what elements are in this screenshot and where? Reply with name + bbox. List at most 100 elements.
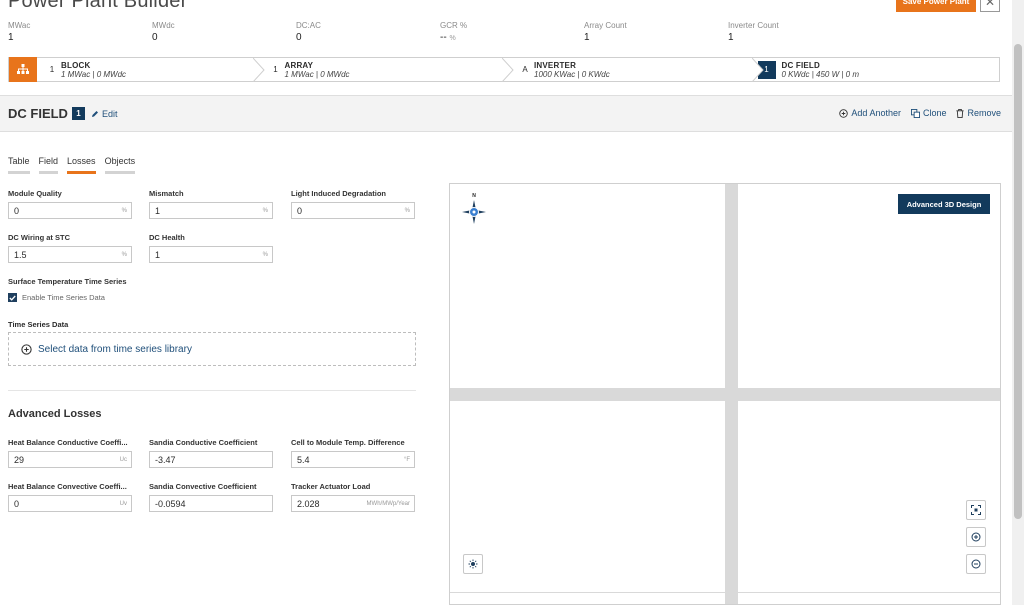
map-edge-line <box>450 592 1000 593</box>
field-label: Sandia Conductive Coefficient <box>149 438 258 447</box>
close-icon: ✕ <box>984 0 996 9</box>
zoom-out-button[interactable] <box>966 554 986 574</box>
remove-button[interactable]: Remove <box>956 108 1001 118</box>
checkbox-checked-icon[interactable] <box>8 293 17 302</box>
breadcrumb-sub: 1000 KWac | 0 KWdc <box>534 69 610 79</box>
dc-wiring-field: DC Wiring at STC 1.5% <box>8 233 132 263</box>
stat-label: Array Count <box>584 21 627 30</box>
hb-conductive-input[interactable]: 29 Uc <box>8 451 132 468</box>
field-label: Light Induced Degradation <box>291 189 386 198</box>
tracker-load-input[interactable]: 2.028 MWh/MWp/Year <box>291 495 415 512</box>
breadcrumb-sub: 0 KWdc | 450 W | 0 m <box>781 69 860 79</box>
breadcrumb-block[interactable]: 1 BLOCK 1 MWac | 0 MWdc <box>9 56 265 82</box>
zoom-in-icon <box>971 532 981 542</box>
trash-icon <box>956 108 965 118</box>
tracker-load-field: Tracker Actuator Load 2.028 MWh/MWp/Year <box>291 482 415 512</box>
app-title: Power Plant Builder <box>8 0 188 12</box>
hb-conductive-field: Heat Balance Conductive Coeffi... 29 Uc <box>8 438 132 468</box>
close-button[interactable]: ✕ <box>980 0 1000 12</box>
stat-label: MWac <box>8 21 31 30</box>
breadcrumb-sub: 1 MWac | 0 MWdc <box>61 69 127 79</box>
sun-toggle-button[interactable] <box>463 554 483 574</box>
mismatch-input[interactable]: 1% <box>149 202 273 219</box>
svg-text:N: N <box>472 193 476 199</box>
module-quality-field: Module Quality 0% <box>8 189 132 219</box>
tab-losses[interactable]: Losses <box>67 156 96 174</box>
divider <box>8 390 416 391</box>
stat-mwac: MWac 1 <box>8 21 152 43</box>
enable-time-series-checkbox[interactable]: Enable Time Series Data <box>8 293 105 302</box>
section-badge: 1 <box>71 107 85 120</box>
lid-field: Light Induced Degradation 0% <box>291 189 415 219</box>
stat-value: -- % <box>440 32 456 43</box>
dc-wiring-input[interactable]: 1.5% <box>8 246 132 263</box>
advanced-3d-design-button[interactable]: Advanced 3D Design <box>898 194 990 214</box>
chevron-right-icon <box>502 58 514 82</box>
breadcrumb-title: DC FIELD <box>781 60 820 70</box>
breadcrumb-sub: 1 MWac | 0 MWdc <box>284 69 350 79</box>
module-quality-input[interactable]: 0% <box>8 202 132 219</box>
stat-label: DC:AC <box>296 21 321 30</box>
save-power-plant-button[interactable]: Save Power Plant <box>896 0 976 12</box>
surface-temp-section: Surface Temperature Time Series <box>8 277 308 290</box>
time-series-select[interactable]: Select data from time series library <box>8 332 416 366</box>
section-title: DC FIELD 1 Edit <box>8 106 118 121</box>
breadcrumb-num: A <box>522 65 528 74</box>
breadcrumb-title: BLOCK <box>61 60 91 70</box>
stat-label: GCR % <box>440 21 468 30</box>
breadcrumb-array[interactable]: 1 ARRAY 1 MWac | 0 MWdc <box>259 58 514 82</box>
lid-input[interactable]: 0% <box>291 202 415 219</box>
road-horizontal <box>450 388 1000 401</box>
edit-link[interactable]: Edit <box>91 109 117 119</box>
field-label: DC Health <box>149 233 185 242</box>
breadcrumb-dc-field[interactable]: 1 DC FIELD 0 KWdc | 450 W | 0 m <box>757 58 1000 81</box>
breadcrumb-num: 1 <box>49 65 55 74</box>
add-another-button[interactable]: Add Another <box>839 108 901 118</box>
breadcrumb-inverter[interactable]: A INVERTER 1000 KWac | 0 KWdc <box>508 58 764 82</box>
checkbox-label: Enable Time Series Data <box>22 293 105 302</box>
stat-label: MWdc <box>152 21 175 30</box>
section-header: DC FIELD 1 Edit Add Another Clone Remove <box>0 95 1012 132</box>
compass-icon: N <box>460 191 488 228</box>
breadcrumb-num: 1 <box>273 65 278 74</box>
section-actions: Add Another Clone Remove <box>839 108 1001 118</box>
clone-button[interactable]: Clone <box>910 108 946 118</box>
tab-field[interactable]: Field <box>38 156 59 174</box>
hb-convective-input[interactable]: 0 Uv <box>8 495 132 512</box>
field-label: Heat Balance Conductive Coeffi... <box>8 438 128 447</box>
zoom-out-icon <box>971 559 981 569</box>
dc-health-field: DC Health 1% <box>149 233 273 263</box>
plus-circle-icon <box>21 343 32 355</box>
hb-convective-field: Heat Balance Convective Coeffi... 0 Uv <box>8 482 132 512</box>
hierarchy-icon <box>9 56 37 82</box>
stat-array-count: Array Count 1 <box>584 21 728 43</box>
mismatch-field: Mismatch 1% <box>149 189 273 219</box>
chevron-right-icon <box>751 58 764 82</box>
stat-mwdc: MWdc 0 <box>152 21 296 43</box>
page-scrollbar[interactable] <box>1012 0 1024 605</box>
stat-value: 1 <box>728 32 734 43</box>
cell-module-temp-input[interactable]: 5.4 °F <box>291 451 415 468</box>
tab-objects[interactable]: Objects <box>104 156 136 174</box>
stat-inverter-count: Inverter Count 1 <box>728 21 872 43</box>
breadcrumb: 1 BLOCK 1 MWac | 0 MWdc 1 ARRAY 1 MWac | 0… <box>8 56 1000 82</box>
stat-dc-ac: DC:AC 0 <box>296 21 440 43</box>
sun-icon <box>468 559 478 569</box>
field-label: Surface Temperature Time Series <box>8 277 127 286</box>
fit-screen-icon <box>971 505 981 515</box>
site-map[interactable]: N Advanced 3D Design <box>449 183 1001 605</box>
scrollbar-thumb[interactable] <box>1014 44 1022 519</box>
breadcrumb-title: INVERTER <box>534 60 577 70</box>
sandia-conductive-field: Sandia Conductive Coefficient -3.47 <box>149 438 273 468</box>
sandia-convective-input[interactable]: -0.0594 <box>149 495 273 512</box>
tab-table[interactable]: Table <box>8 156 30 174</box>
stat-gcr: GCR % -- % <box>440 21 584 43</box>
dc-health-input[interactable]: 1% <box>149 246 273 263</box>
field-label: Mismatch <box>149 189 184 198</box>
zoom-in-button[interactable] <box>966 527 986 547</box>
cell-module-temp-field: Cell to Module Temp. Difference 5.4 °F <box>291 438 415 468</box>
fit-to-screen-button[interactable] <box>966 500 986 520</box>
sandia-conductive-input[interactable]: -3.47 <box>149 451 273 468</box>
clone-icon <box>910 108 920 118</box>
field-label: Cell to Module Temp. Difference <box>291 438 405 447</box>
